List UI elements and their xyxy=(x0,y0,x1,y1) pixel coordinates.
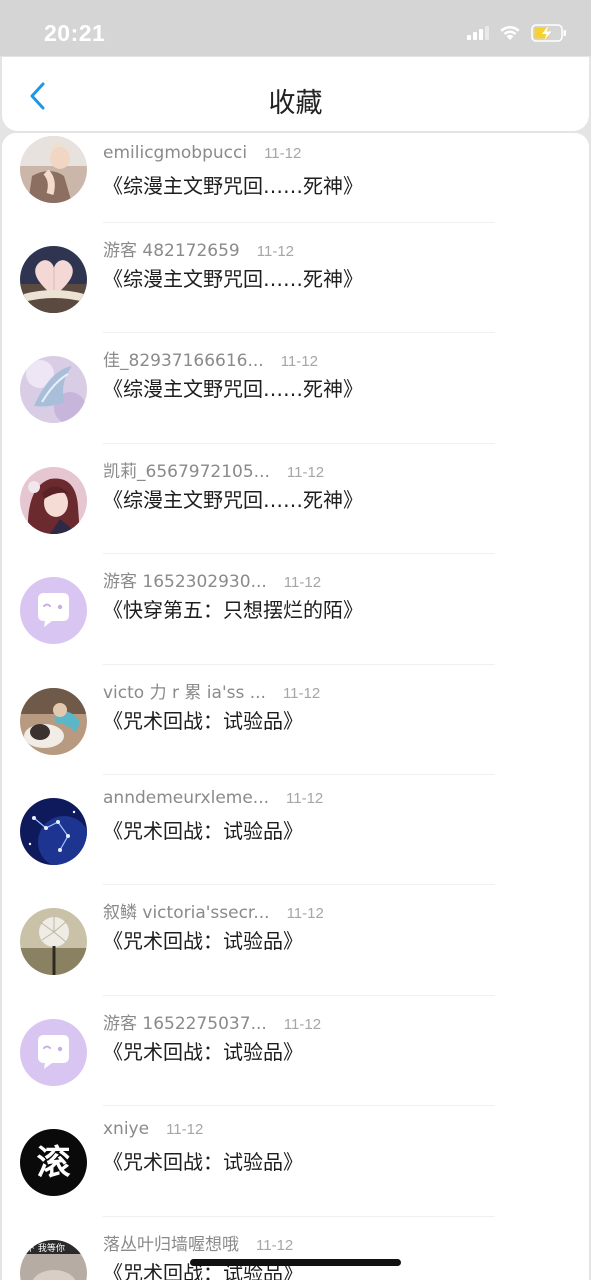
user-name[interactable]: 游客 1652275037... xyxy=(103,1009,267,1034)
list-item[interactable]: 滚 xniye 11-12 《咒术回战：试验品》 xyxy=(2,1106,589,1217)
battery-charging-icon xyxy=(531,24,566,42)
list-item[interactable]: 游客 482172659 11-12 《综漫主文野咒回……死神》 xyxy=(2,223,589,334)
item-date: 11-12 xyxy=(264,145,302,162)
user-name[interactable]: 游客 1652302930... xyxy=(103,567,267,592)
favorites-list-panel: emilicgmobpucci 11-12 《综漫主文野咒回……死神》 游客 4… xyxy=(2,133,589,1280)
item-date: 11-12 xyxy=(256,243,295,260)
nav-bar: 收藏 xyxy=(2,57,589,131)
avatar-text: 下 我等你 xyxy=(26,1242,65,1254)
user-avatar[interactable]: 下 我等你 xyxy=(20,1239,87,1280)
home-indicator[interactable] xyxy=(190,1259,401,1266)
user-name[interactable]: emilicgmobpucci xyxy=(103,143,247,163)
item-meta: 游客 1652275037... 11-12 xyxy=(103,1009,321,1034)
user-avatar[interactable] xyxy=(20,908,87,976)
page-title: 收藏 xyxy=(268,88,323,119)
user-name[interactable]: xniye xyxy=(103,1119,149,1139)
list-item[interactable]: 叙鳞 victoria'ssecr... 11-12 《咒术回战：试验品》 xyxy=(2,885,589,996)
item-date: 11-12 xyxy=(166,1121,204,1139)
list-item[interactable]: 下 我等你 落丛叶归墙喔想哦 11-12 《咒术回战：试验品》 xyxy=(2,1217,589,1280)
avatar-text: 滚 xyxy=(37,1143,71,1183)
book-title[interactable]: 《咒术回战：试验品》 xyxy=(103,705,303,734)
item-meta: anndemeurxleme... 11-12 xyxy=(103,788,323,808)
item-date: 11-12 xyxy=(283,1015,322,1033)
book-title[interactable]: 《综漫主文野咒回……死神》 xyxy=(103,263,363,292)
list-item[interactable]: anndemeurxleme... 11-12 《咒术回战：试验品》 xyxy=(2,775,589,886)
book-title[interactable]: 《综漫主文野咒回……死神》 xyxy=(103,373,363,402)
user-name[interactable]: 叙鳞 victoria'ssecr... xyxy=(103,898,270,923)
default-avatar[interactable] xyxy=(20,577,87,645)
item-meta: 落丛叶归墙喔想哦 11-12 xyxy=(103,1230,293,1255)
user-name[interactable]: 落丛叶归墙喔想哦 xyxy=(103,1230,239,1255)
item-meta: 游客 1652302930... 11-12 xyxy=(103,567,321,592)
list-item[interactable]: victo 力 r 累 ia'ss ... 11-12 《咒术回战：试验品》 xyxy=(2,665,589,775)
item-date: 11-12 xyxy=(283,574,322,592)
status-time: 20:21 xyxy=(44,20,106,46)
user-avatar[interactable] xyxy=(20,136,87,203)
item-meta: xniye 11-12 xyxy=(103,1119,203,1139)
wifi-icon xyxy=(500,25,520,40)
list-item[interactable]: emilicgmobpucci 11-12 《综漫主文野咒回……死神》 xyxy=(2,133,589,223)
list-item[interactable]: 游客 1652275037... 11-12 《咒术回战：试验品》 xyxy=(2,996,589,1107)
item-date: 11-12 xyxy=(282,684,321,702)
list-item[interactable]: 佳_82937166616... 11-12 《综漫主文野咒回……死神》 xyxy=(2,333,589,444)
status-icons xyxy=(467,24,567,42)
list-item[interactable]: 凯莉_6567972105... 11-12 《综漫主文野咒回……死神》 xyxy=(2,444,589,555)
user-avatar[interactable] xyxy=(20,466,87,534)
list-item[interactable]: 游客 1652302930... 11-12 《快穿第五：只想摆烂的陌》 xyxy=(2,554,589,665)
book-title[interactable]: 《咒术回战：试验品》 xyxy=(103,1036,303,1065)
default-avatar[interactable] xyxy=(20,1018,87,1086)
item-date: 11-12 xyxy=(256,1236,294,1254)
user-avatar[interactable]: 滚 xyxy=(20,1129,87,1197)
item-date: 11-12 xyxy=(280,353,318,371)
item-date: 11-12 xyxy=(286,905,324,923)
book-title[interactable]: 《综漫主文野咒回……死神》 xyxy=(103,484,363,513)
item-meta: 叙鳞 victoria'ssecr... 11-12 xyxy=(103,898,324,923)
item-meta: emilicgmobpucci 11-12 xyxy=(103,143,301,163)
user-name[interactable]: 佳_82937166616... xyxy=(103,346,264,371)
book-title[interactable]: 《咒术回战：试验品》 xyxy=(103,1146,303,1175)
user-name[interactable]: 游客 482172659 xyxy=(103,236,240,261)
user-avatar[interactable] xyxy=(20,687,87,755)
signal-icon xyxy=(467,26,489,40)
item-meta: victo 力 r 累 ia'ss ... 11-12 xyxy=(103,678,320,703)
item-date: 11-12 xyxy=(286,463,325,481)
user-name[interactable]: anndemeurxleme... xyxy=(103,788,269,808)
item-meta: 凯莉_6567972105... 11-12 xyxy=(103,457,324,482)
status-bar: 20:21 xyxy=(0,0,591,56)
user-name[interactable]: 凯莉_6567972105... xyxy=(103,457,270,482)
item-date: 11-12 xyxy=(286,789,324,807)
book-title[interactable]: 《快穿第五：只想摆烂的陌》 xyxy=(103,594,363,623)
favorites-list: emilicgmobpucci 11-12 《综漫主文野咒回……死神》 游客 4… xyxy=(2,133,589,1280)
item-meta: 佳_82937166616... 11-12 xyxy=(103,346,318,371)
item-meta: 游客 482172659 11-12 xyxy=(103,236,294,261)
book-title[interactable]: 《咒术回战：试验品》 xyxy=(103,925,303,954)
user-avatar[interactable] xyxy=(20,797,87,865)
book-title[interactable]: 《咒术回战：试验品》 xyxy=(103,815,303,844)
user-name[interactable]: victo 力 r 累 ia'ss ... xyxy=(103,678,266,703)
book-title[interactable]: 《综漫主文野咒回……死神》 xyxy=(103,170,363,199)
user-avatar[interactable] xyxy=(20,246,87,313)
user-avatar[interactable] xyxy=(20,356,87,424)
